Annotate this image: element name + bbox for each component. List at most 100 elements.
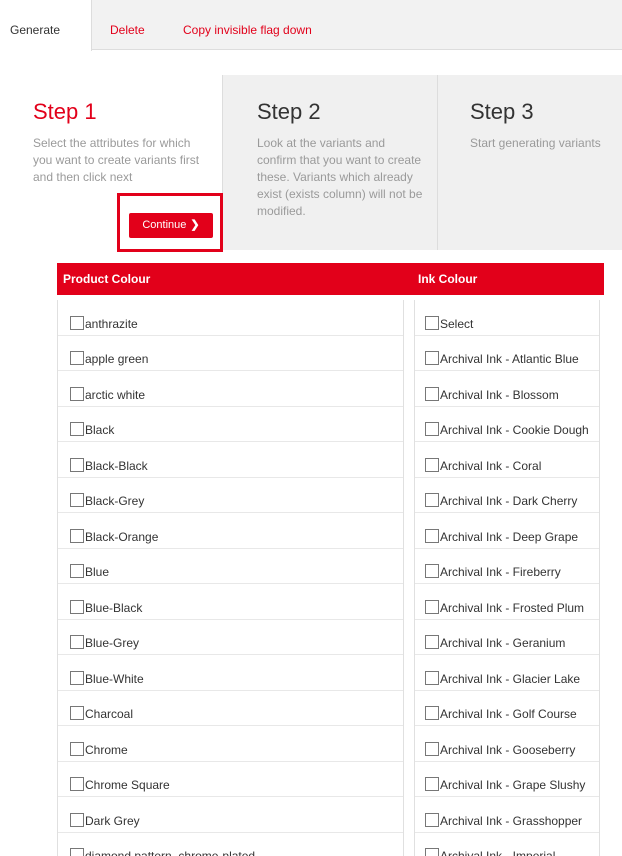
ink-colour-row: Archival Ink - Blossom xyxy=(415,371,599,407)
ink-colour-row: Archival Ink - Golf Course xyxy=(415,691,599,726)
ink-colour-checkbox[interactable] xyxy=(425,422,439,436)
ink-colour-label: Archival Ink - Grasshopper xyxy=(440,813,583,828)
product-colour-checkbox[interactable] xyxy=(70,457,84,472)
product-colour-row: Black-Orange xyxy=(58,513,403,549)
product-colour-row: Blue-White xyxy=(58,655,403,691)
product-colour-label: Black-Black xyxy=(85,458,148,473)
product-colour-row: Black-Grey xyxy=(58,478,403,513)
product-colour-label: Blue-Grey xyxy=(85,636,140,650)
product-colour-checkbox[interactable] xyxy=(70,741,84,756)
ink-colour-label: Archival Ink - Blossom xyxy=(440,387,559,402)
product-colour-checkbox[interactable] xyxy=(70,351,84,365)
product-colour-checkbox[interactable] xyxy=(70,706,84,720)
ink-colour-checkbox[interactable] xyxy=(425,351,439,365)
continue-button[interactable]: Continue ❯ xyxy=(129,213,213,238)
ink-colour-checkbox[interactable] xyxy=(425,741,439,756)
ink-colour-row: Archival Ink - Frosted Plum xyxy=(415,584,599,620)
ink-colour-label: Archival Ink - Dark Cherry xyxy=(440,494,578,508)
product-colour-row: Chrome xyxy=(58,726,403,762)
ink-colour-row: Archival Ink - Cookie Dough xyxy=(415,407,599,442)
ink-colour-label: Archival Ink - Atlantic Blue xyxy=(440,352,579,366)
step-3-description: Start generating variants xyxy=(470,136,601,150)
ink-colour-row: Archival Ink - Deep Grape xyxy=(415,513,599,549)
product-colour-row: diamond pattern, chrome-plated xyxy=(58,833,403,856)
ink-colour-checkbox[interactable] xyxy=(425,706,439,720)
product-colour-label: Blue-Black xyxy=(85,600,143,615)
product-colour-checkbox[interactable] xyxy=(70,777,84,791)
ink-colour-label: Archival Ink - Gooseberry xyxy=(440,742,576,757)
ink-colour-checkbox[interactable] xyxy=(425,315,439,330)
ink-colour-checkbox[interactable] xyxy=(425,635,439,649)
ink-colour-row: Archival Ink - Gooseberry xyxy=(415,726,599,762)
chevron-right-icon: ❯ xyxy=(190,219,200,231)
ink-colour-checkbox[interactable] xyxy=(425,848,439,856)
step-2-description: Look at the variants and confirm that yo… xyxy=(257,136,423,218)
ink-colour-checkbox[interactable] xyxy=(425,670,439,685)
tab-delete[interactable]: Delete xyxy=(110,0,145,50)
product-colour-label: Blue-White xyxy=(85,671,144,686)
ink-colour-row: Archival Ink - Grape Slushy xyxy=(415,762,599,797)
product-colour-checkbox[interactable] xyxy=(70,848,84,856)
ink-colour-label: Archival Ink - Imperial xyxy=(440,849,556,856)
product-colour-label: Black-Orange xyxy=(85,529,159,544)
ink-colour-row: Archival Ink - Dark Cherry xyxy=(415,478,599,513)
ink-colour-checkbox[interactable] xyxy=(425,564,439,578)
product-colour-row: Blue-Black xyxy=(58,584,403,620)
product-colour-row: Black-Black xyxy=(58,442,403,478)
product-colour-row: Chrome Square xyxy=(58,762,403,797)
ink-colour-header: Ink Colour xyxy=(418,272,478,286)
product-colour-checkbox[interactable] xyxy=(70,635,84,649)
product-colour-label: diamond pattern, chrome-plated xyxy=(85,849,256,856)
ink-colour-label: Archival Ink - Grape Slushy xyxy=(440,778,586,792)
product-colour-label: apple green xyxy=(85,352,149,366)
product-colour-checkbox[interactable] xyxy=(70,564,84,578)
tab-bar: Generate Delete Copy invisible flag down xyxy=(0,0,622,51)
product-colour-row: apple green xyxy=(58,336,403,371)
tab-copy-invisible-flag-down[interactable]: Copy invisible flag down xyxy=(183,0,312,50)
product-colour-checkbox[interactable] xyxy=(70,493,84,507)
ink-colour-checkbox[interactable] xyxy=(425,777,439,791)
product-colour-checkbox[interactable] xyxy=(70,528,84,543)
product-colour-label: Charcoal xyxy=(85,707,134,721)
product-colour-row: Dark Grey xyxy=(58,797,403,833)
step-1-description: Select the attributes for which you want… xyxy=(33,136,200,184)
product-colour-row: Blue-Grey xyxy=(58,620,403,655)
product-colour-checkbox[interactable] xyxy=(70,599,84,614)
product-colour-checkbox[interactable] xyxy=(70,315,84,330)
ink-colour-row: Select xyxy=(415,300,599,336)
product-colour-row: anthrazite xyxy=(58,300,403,336)
product-colour-label: Blue xyxy=(85,565,110,579)
ink-colour-label: Archival Ink - Golf Course xyxy=(440,707,577,721)
wizard-steps: Step 1 Select the attributes for which y… xyxy=(0,75,622,250)
ink-colour-checkbox[interactable] xyxy=(425,493,439,507)
product-colour-checkbox[interactable] xyxy=(70,422,84,436)
product-colour-label: arctic white xyxy=(85,387,146,402)
product-colour-checkbox[interactable] xyxy=(70,812,84,827)
ink-colour-checkbox[interactable] xyxy=(425,528,439,543)
product-colour-list: anthrazite apple green arctic white Black Bl… xyxy=(57,300,404,856)
ink-colour-row: Archival Ink - Glacier Lake xyxy=(415,655,599,691)
continue-highlight: Continue ❯ xyxy=(117,193,223,252)
ink-colour-list: Select Archival Ink - Atlantic Blue Archiv… xyxy=(414,300,600,856)
continue-label: Continue xyxy=(142,219,187,231)
step-2-title: Step 2 xyxy=(257,99,321,124)
ink-colour-checkbox[interactable] xyxy=(425,812,439,827)
tab-generate[interactable]: Generate xyxy=(0,0,92,51)
product-colour-checkbox[interactable] xyxy=(70,386,84,401)
product-colour-checkbox[interactable] xyxy=(70,670,84,685)
ink-colour-row: Archival Ink - Coral xyxy=(415,442,599,478)
product-colour-row: arctic white xyxy=(58,371,403,407)
step-1-title: Step 1 xyxy=(33,99,97,124)
ink-colour-checkbox[interactable] xyxy=(425,386,439,401)
ink-colour-label: Archival Ink - Glacier Lake xyxy=(440,671,581,686)
ink-colour-label: Select xyxy=(440,316,474,331)
ink-colour-label: Archival Ink - Cookie Dough xyxy=(440,423,589,437)
ink-colour-row: Archival Ink - Geranium xyxy=(415,620,599,655)
ink-colour-checkbox[interactable] xyxy=(425,599,439,614)
product-colour-label: Black-Grey xyxy=(85,494,145,508)
step-3-panel: Step 3 Start generating variants xyxy=(438,75,622,250)
step-2-panel: Step 2 Look at the variants and confirm … xyxy=(222,75,438,250)
ink-colour-label: Archival Ink - Fireberry xyxy=(440,565,561,579)
ink-colour-checkbox[interactable] xyxy=(425,457,439,472)
ink-colour-row: Archival Ink - Imperial xyxy=(415,833,599,856)
